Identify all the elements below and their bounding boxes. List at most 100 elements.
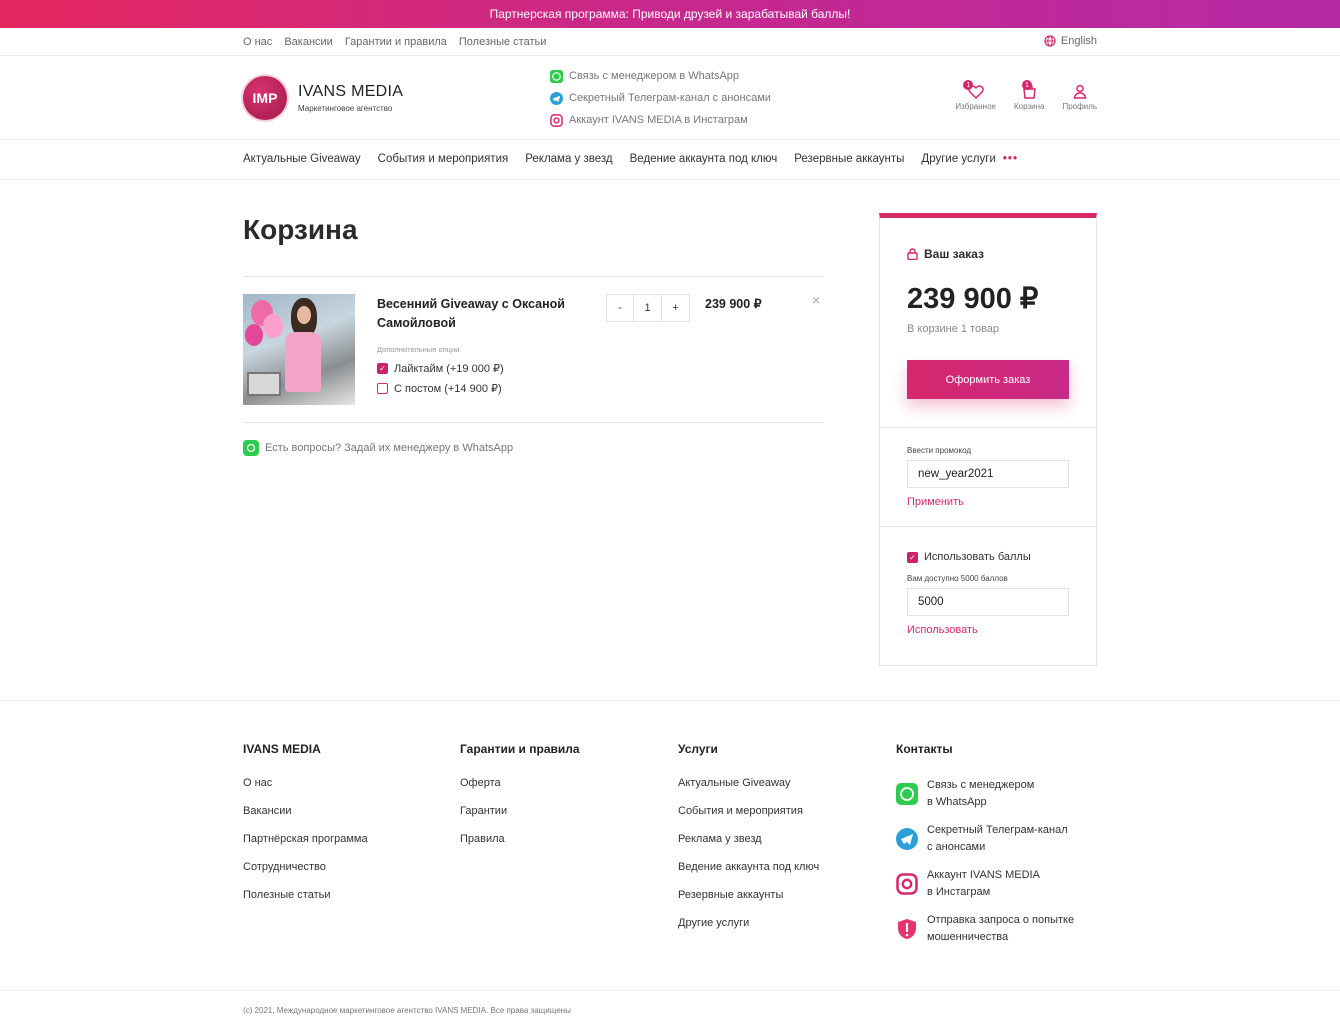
promo-banner[interactable]: Партнерская программа: Приводи друзей и …: [0, 0, 1340, 28]
footer-link[interactable]: Партнёрская программа: [243, 833, 368, 861]
checkbox-unchecked-icon[interactable]: [377, 383, 388, 394]
promo-code-input[interactable]: [907, 460, 1069, 488]
order-summary: Ваш заказ 239 900 ₽ В корзине 1 товар Оф…: [879, 213, 1097, 666]
site-header: IMP IVANS MEDIA Маркетинговое агентство …: [0, 56, 1340, 140]
remove-item-close-icon[interactable]: ×: [812, 292, 820, 308]
favorites-button[interactable]: 1 Избранное: [955, 80, 996, 111]
footer-link[interactable]: Гарантии: [460, 805, 580, 833]
whatsapp-question-label: Есть вопросы? Задай их менеджеру в Whats…: [265, 442, 514, 454]
qty-plus-button[interactable]: +: [662, 294, 690, 322]
header-contact-telegram[interactable]: Секретный Телеграм-канал с анонсами: [550, 91, 771, 105]
contact-line: Отправка запроса о попытке: [927, 914, 1075, 926]
logo-mark: IMP: [243, 76, 287, 120]
user-icon: [1073, 84, 1086, 99]
option-liketime[interactable]: ✓ Лайктайм (+19 000 ₽): [377, 362, 504, 375]
footer-col-contacts: Контакты Связь с менеджером в WhatsApp Се…: [896, 742, 1074, 957]
whatsapp-icon: [243, 440, 259, 456]
option-with-post[interactable]: С постом (+14 900 ₽): [377, 382, 502, 395]
header-contact-whatsapp[interactable]: Связь с менеджером в WhatsApp: [550, 69, 771, 83]
page-title: Корзина: [243, 214, 358, 245]
cart-divider-top: [243, 276, 824, 277]
more-dots-icon[interactable]: •••: [1003, 153, 1018, 165]
apply-promo-link[interactable]: Применить: [907, 496, 964, 508]
contact-line: в WhatsApp: [927, 796, 987, 808]
telegram-icon: [550, 91, 563, 105]
topnav-guarantees[interactable]: Гарантии и правила: [345, 36, 447, 48]
nav-account-management[interactable]: Ведение аккаунта под ключ: [630, 153, 778, 165]
header-contact-whatsapp-label: Связь с менеджером в WhatsApp: [569, 70, 740, 82]
telegram-icon: [896, 828, 918, 850]
footer-col-title: Гарантии и правила: [460, 742, 580, 756]
copyright-divider: [0, 990, 1340, 991]
divider: [880, 427, 1096, 428]
footer-contact-fraud-report[interactable]: Отправка запроса о попытке мошенничества: [896, 912, 1074, 957]
footer-divider: [0, 700, 1340, 701]
language-switcher[interactable]: English: [1044, 35, 1097, 47]
product-name[interactable]: Весенний Giveaway с Оксаной Самойловой: [377, 295, 587, 333]
footer-link[interactable]: Реклама у звезд: [678, 833, 819, 861]
footer-link[interactable]: Полезные статьи: [243, 889, 368, 917]
nav-giveaway[interactable]: Актуальные Giveaway: [243, 153, 361, 165]
item-price: 239 900 ₽: [705, 297, 762, 311]
options-label: Дополнительные опции: [377, 345, 460, 354]
product-image[interactable]: [243, 294, 355, 405]
topnav-vacancies[interactable]: Вакансии: [284, 36, 333, 48]
footer-col-company: IVANS MEDIA О нас Вакансии Партнёрская п…: [243, 742, 368, 917]
nav-celebrity-ads[interactable]: Реклама у звезд: [525, 153, 612, 165]
option-with-post-label: С постом (+14 900 ₽): [394, 383, 502, 395]
brand-tagline: Маркетинговое агентство: [298, 104, 393, 113]
globe-icon: [1044, 35, 1056, 47]
nav-events[interactable]: События и мероприятия: [378, 153, 509, 165]
contact-line: Аккаунт IVANS MEDIA: [927, 869, 1040, 881]
checkbox-checked-icon[interactable]: ✓: [377, 363, 388, 374]
footer-col-title: IVANS MEDIA: [243, 742, 321, 756]
header-contact-instagram-label: Аккаунт IVANS MEDIA в Инстаграм: [569, 114, 748, 126]
footer-link[interactable]: Правила: [460, 833, 580, 861]
footer-contact-instagram[interactable]: Аккаунт IVANS MEDIA в Инстаграм: [896, 867, 1074, 912]
logo[interactable]: IMP IVANS MEDIA Маркетинговое агентство: [243, 76, 403, 120]
checkout-button[interactable]: Оформить заказ: [907, 360, 1069, 399]
points-input[interactable]: [907, 588, 1069, 616]
topnav-about[interactable]: О нас: [243, 36, 272, 48]
footer-link[interactable]: О нас: [243, 777, 368, 805]
footer-link[interactable]: Вакансии: [243, 805, 368, 833]
footer-link[interactable]: Ведение аккаунта под ключ: [678, 861, 819, 889]
footer-link[interactable]: Сотрудничество: [243, 861, 368, 889]
footer-contact-whatsapp[interactable]: Связь с менеджером в WhatsApp: [896, 777, 1074, 822]
footer-link[interactable]: Оферта: [460, 777, 580, 805]
footer-contact-telegram[interactable]: Секретный Телеграм-канал с анонсами: [896, 822, 1074, 867]
footer-link[interactable]: Актуальные Giveaway: [678, 777, 819, 805]
order-total: 239 900 ₽: [907, 283, 1039, 315]
points-available-label: Вам доступно 5000 баллов: [907, 574, 1008, 583]
qty-minus-button[interactable]: -: [606, 294, 634, 322]
nav-other-services[interactable]: Другие услуги: [921, 153, 995, 165]
order-title: Ваш заказ: [907, 247, 984, 261]
footer-col-services: Услуги Актуальные Giveaway События и мер…: [678, 742, 819, 945]
use-points-link[interactable]: Использовать: [907, 624, 978, 636]
profile-button[interactable]: Профиль: [1062, 84, 1097, 111]
brand-name: IVANS MEDIA: [298, 83, 404, 100]
topnav-articles[interactable]: Полезные статьи: [459, 36, 546, 48]
use-points-toggle[interactable]: ✓ Использовать баллы: [907, 551, 1031, 563]
qty-value[interactable]: 1: [634, 294, 662, 322]
quantity-stepper: - 1 +: [606, 294, 690, 322]
header-contact-telegram-label: Секретный Телеграм-канал с анонсами: [569, 92, 771, 104]
whatsapp-icon: [550, 69, 563, 83]
contact-line: в Инстаграм: [927, 886, 991, 898]
cart-button[interactable]: 1 Корзина: [1014, 80, 1044, 111]
nav-backup-accounts[interactable]: Резервные аккаунты: [794, 153, 904, 165]
footer-link[interactable]: Другие услуги: [678, 917, 819, 945]
checkbox-checked-icon[interactable]: ✓: [907, 551, 918, 563]
footer-link[interactable]: События и мероприятия: [678, 805, 819, 833]
favorites-label: Избранное: [955, 102, 996, 111]
shield-icon: [898, 919, 916, 939]
header-contact-instagram[interactable]: Аккаунт IVANS MEDIA в Инстаграм: [550, 113, 771, 127]
copyright: (c) 2021, Международное маркетинговое аг…: [243, 1006, 571, 1015]
whatsapp-question-link[interactable]: Есть вопросы? Задай их менеджеру в Whats…: [243, 440, 513, 456]
contact-line: Секретный Телеграм-канал: [927, 824, 1068, 836]
footer-link[interactable]: Резервные аккаунты: [678, 889, 819, 917]
promo-text[interactable]: Партнерская программа: Приводи друзей и …: [490, 7, 851, 21]
footer-col-title: Услуги: [678, 742, 718, 756]
contact-line: Связь с менеджером: [927, 779, 1035, 791]
cart-badge: 1: [1021, 80, 1032, 90]
